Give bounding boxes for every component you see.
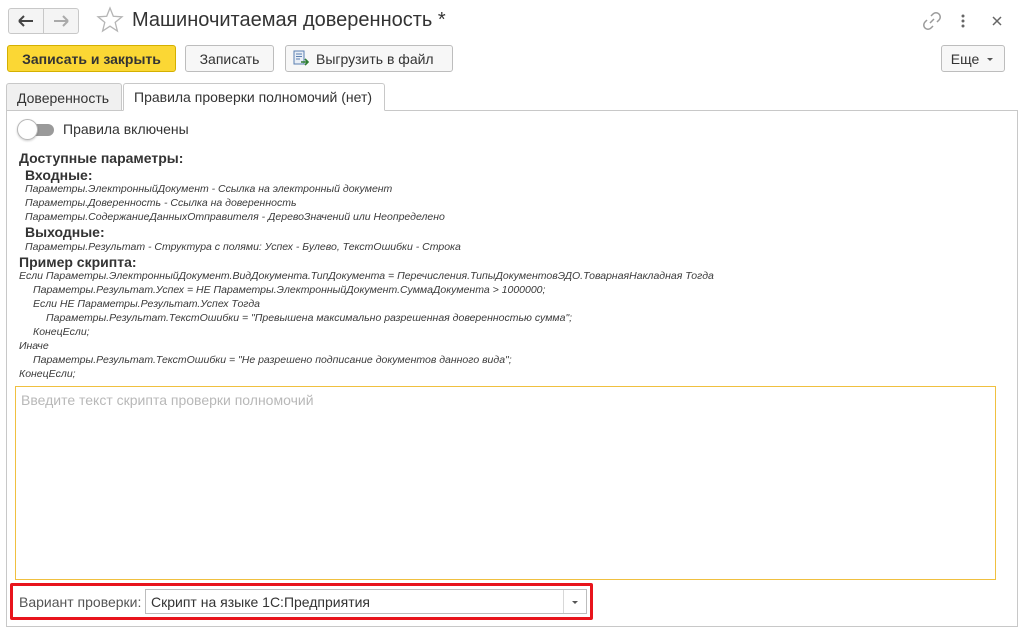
arrow-right-icon: [54, 15, 69, 27]
title-bar: Машиночитаемая доверенность *: [0, 0, 1024, 42]
example-line: Если НЕ Параметры.Результат.Успех Тогда: [33, 298, 260, 310]
link-icon[interactable]: [922, 11, 942, 31]
arrow-left-icon: [18, 15, 33, 27]
variant-select[interactable]: Скрипт на языке 1С:Предприятия: [145, 589, 587, 614]
params-heading: Доступные параметры:: [19, 150, 184, 166]
variant-label: Вариант проверки:: [19, 594, 142, 610]
save-and-close-button[interactable]: Записать и закрыть: [7, 45, 176, 72]
input-param-line: Параметры.Доверенность - Ссылка на довер…: [25, 197, 297, 209]
example-line: Параметры.Результат.ТекстОшибки = "Превы…: [46, 312, 573, 324]
output-param-line: Параметры.Результат - Структура с полями…: [25, 241, 461, 253]
window-title: Машиночитаемая доверенность *: [132, 9, 446, 31]
chevron-down-icon: [987, 57, 994, 61]
export-file-icon: [293, 50, 310, 66]
input-param-line: Параметры.СодержаниеДанныхОтправителя - …: [25, 211, 445, 223]
rules-toggle-knob[interactable]: [17, 119, 38, 140]
favorite-star-icon[interactable]: [96, 6, 124, 34]
more-dropdown-button[interactable]: Еще: [941, 45, 1005, 72]
input-param-line: Параметры.ЭлектронныйДокумент - Ссылка н…: [25, 183, 393, 195]
variant-dropdown-button[interactable]: [563, 590, 586, 613]
example-line: КонецЕсли;: [19, 368, 76, 380]
tab-power-of-attorney[interactable]: Доверенность: [6, 83, 122, 111]
export-to-file-button[interactable]: Выгрузить в файл: [285, 45, 453, 72]
back-button[interactable]: [8, 8, 44, 34]
example-line: КонецЕсли;: [33, 326, 90, 338]
tab-authority-check-rules[interactable]: Правила проверки полномочий (нет): [123, 83, 385, 111]
close-icon[interactable]: [990, 11, 1004, 31]
inputs-heading: Входные:: [25, 167, 93, 183]
script-placeholder: Введите текст скрипта проверки полномочи…: [21, 392, 314, 408]
export-to-file-label: Выгрузить в файл: [316, 50, 434, 67]
more-label: Еще: [950, 50, 980, 67]
chevron-down-icon: [572, 600, 578, 604]
example-line: Параметры.Результат.Успех = НЕ Параметры…: [33, 284, 546, 296]
example-line: Параметры.Результат.ТекстОшибки = "Не ра…: [33, 354, 512, 366]
more-vertical-icon[interactable]: [958, 11, 968, 31]
rules-toggle-label: Правила включены: [63, 121, 189, 137]
variant-value: Скрипт на языке 1С:Предприятия: [151, 594, 371, 610]
example-heading: Пример скрипта:: [19, 254, 137, 270]
outputs-heading: Выходные:: [25, 224, 105, 240]
script-input[interactable]: Введите текст скрипта проверки полномочи…: [15, 386, 996, 580]
save-button[interactable]: Записать: [185, 45, 274, 72]
example-line: Иначе: [19, 340, 49, 352]
forward-button[interactable]: [43, 8, 79, 34]
example-line: Если Параметры.ЭлектронныйДокумент.ВидДо…: [19, 270, 714, 282]
